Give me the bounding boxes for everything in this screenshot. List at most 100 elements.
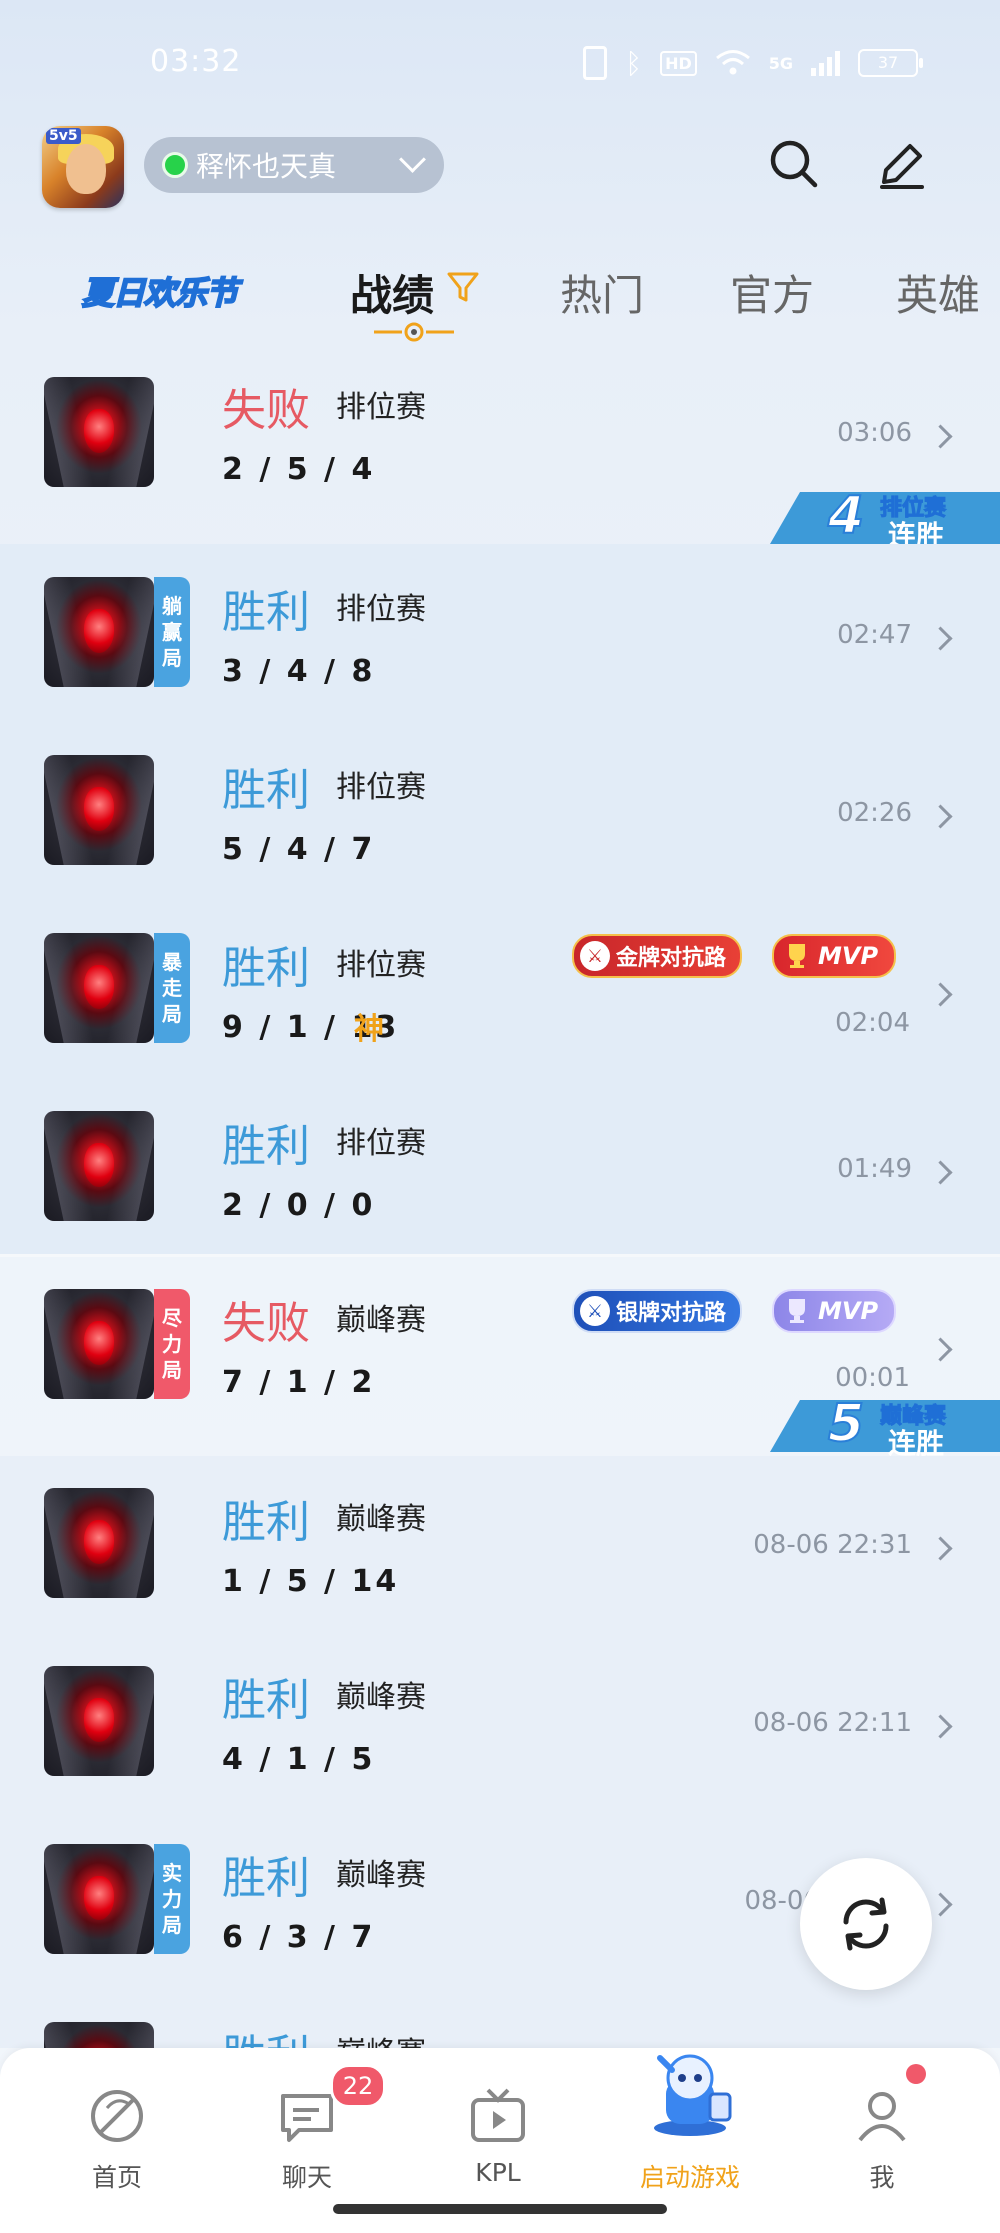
chevron-right-icon (928, 982, 953, 1007)
match-time: 08-06 22:11 (753, 1708, 912, 1738)
match-time: 08-06 22:31 (753, 1530, 912, 1560)
match-kda: 4 / 1 / 5 (222, 1742, 376, 1777)
match-kda: 2 / 0 / 0 (222, 1188, 376, 1223)
refresh-icon (843, 1897, 889, 1951)
vibrate-icon (583, 46, 608, 80)
match-tag: 暴走局 (154, 933, 190, 1043)
mvp-badge: MVP (772, 934, 897, 978)
chevron-right-icon (928, 804, 953, 829)
match-mode: 排位赛 (336, 592, 426, 627)
match-tag: 躺赢局 (154, 577, 190, 687)
match-result: 失败 (222, 385, 310, 436)
match-result: 胜利 (222, 2020, 310, 2048)
win-streak-banner: 4 排位赛 连胜 (770, 485, 1000, 552)
match-row[interactable]: 胜利 排位赛 5 / 4 / 7 02:26 (0, 722, 1000, 900)
match-mode: 排位赛 (336, 770, 426, 805)
filter-icon[interactable] (446, 270, 480, 304)
nav-me[interactable]: 我 (787, 2048, 977, 2208)
match-kda: 1 / 5 / 14 (222, 1564, 400, 1599)
signal-icon (811, 50, 840, 76)
chevron-right-icon (928, 1337, 953, 1362)
match-result: 胜利 (222, 1853, 310, 1904)
tab-match-record[interactable]: 战绩 (350, 262, 434, 323)
chevron-right-icon (928, 626, 953, 651)
game-mascot-icon[interactable] (640, 2050, 740, 2136)
lane-rank-badge: ⚔ 银牌对抗路 (572, 1289, 743, 1333)
match-result: 胜利 (222, 1675, 310, 1726)
match-kda: 3 / 4 / 8 (222, 654, 376, 689)
notification-dot (906, 2064, 926, 2084)
match-mode: 巅峰赛 (336, 1502, 426, 1537)
match-kda: 2 / 5 / 4 (222, 452, 376, 487)
5v5-logo: 5v5 (46, 128, 81, 144)
nav-kpl[interactable]: KPL (403, 2048, 593, 2208)
match-row[interactable]: 胜利 巅峰赛 1 / 5 / 14 08-06 22:31 (0, 1456, 1000, 1634)
bluetooth-icon: ᛒ (625, 46, 643, 80)
tab-active-indicator (374, 322, 454, 342)
match-row[interactable]: 胜利 排位赛 2 / 0 / 0 01:49 (0, 1078, 1000, 1256)
account-name: 释怀也天真 (196, 150, 337, 183)
match-result: 胜利 (222, 1121, 310, 1172)
match-result: 失败 (222, 1298, 310, 1349)
trophy-icon (789, 1299, 805, 1323)
hero-avatar (44, 2022, 154, 2048)
refresh-button[interactable] (800, 1858, 932, 1990)
match-row[interactable]: 暴走局 胜利 排位赛 9 / 1 / 13 神 ⚔ 金牌对抗路 MVP 02:04 (0, 900, 1000, 1078)
status-icons: ᛒ HD 5G 37 (583, 46, 923, 80)
match-kda: 5 / 4 / 7 (222, 832, 376, 867)
sword-icon: ⚔ (580, 1296, 610, 1326)
match-mode: 巅峰赛 (336, 1303, 426, 1338)
hero-avatar (44, 1289, 154, 1399)
profile-icon (858, 2092, 906, 2142)
match-mode: 排位赛 (336, 1126, 426, 1161)
nav-home[interactable]: 首页 (22, 2048, 212, 2208)
tab-heroes[interactable]: 英雄 (896, 262, 980, 323)
home-icon (91, 2090, 143, 2142)
summer-festival-banner[interactable]: 夏日欢乐节 (81, 268, 239, 314)
hero-avatar (44, 755, 154, 865)
match-time: 02:04 (835, 1008, 910, 1038)
streak-count: 4 (827, 485, 865, 547)
match-kda: 7 / 1 / 2 (222, 1365, 376, 1400)
search-icon[interactable] (768, 138, 820, 190)
tab-hot[interactable]: 热门 (560, 262, 644, 323)
chevron-down-icon (399, 146, 426, 173)
chevron-right-icon (928, 1714, 953, 1739)
account-selector[interactable]: 释怀也天真 (144, 137, 444, 193)
match-row[interactable]: 胜利 巅峰赛 4 / 1 / 5 08-06 22:11 (0, 1634, 1000, 1812)
mvp-badge: MVP (772, 1289, 897, 1333)
match-time: 02:26 (837, 798, 912, 828)
chat-unread-badge: 22 (330, 2064, 386, 2108)
match-mode: 巅峰赛 (336, 2028, 426, 2048)
tv-play-icon (471, 2088, 525, 2142)
match-row[interactable]: 胜利 巅峰赛 (0, 1990, 1000, 2048)
match-time: 03:06 (837, 418, 912, 448)
game-app-icon[interactable]: 5v5 (42, 126, 124, 208)
win-streak-banner: 5 巅峰赛 连胜 (770, 1393, 1000, 1460)
match-mode: 巅峰赛 (336, 1680, 426, 1715)
chevron-right-icon (928, 1160, 953, 1185)
hero-avatar (44, 577, 154, 687)
sword-icon: ⚔ (580, 941, 610, 971)
edit-icon[interactable] (876, 138, 928, 190)
chevron-right-icon (928, 1892, 953, 1917)
match-tag: 实力局 (154, 1844, 190, 1954)
battery-icon: 37 (858, 49, 923, 77)
chevron-right-icon (928, 1536, 953, 1561)
match-result: 胜利 (222, 765, 310, 816)
hero-avatar (44, 933, 154, 1043)
hero-avatar (44, 1844, 154, 1954)
match-mode: 排位赛 (336, 948, 426, 983)
match-time: 00:01 (835, 1363, 910, 1393)
match-result: 胜利 (222, 1497, 310, 1548)
chat-icon (281, 2094, 333, 2142)
godlike-mark: 神 (354, 1012, 384, 1047)
match-row[interactable]: 躺赢局 胜利 排位赛 3 / 4 / 8 02:47 (0, 544, 1000, 722)
online-status-dot (162, 152, 188, 178)
home-indicator[interactable] (333, 2204, 667, 2214)
tab-official[interactable]: 官方 (730, 262, 814, 323)
trophy-icon (789, 944, 805, 968)
match-time: 01:49 (837, 1154, 912, 1184)
match-time: 02:47 (837, 620, 912, 650)
match-mode: 巅峰赛 (336, 1858, 426, 1893)
